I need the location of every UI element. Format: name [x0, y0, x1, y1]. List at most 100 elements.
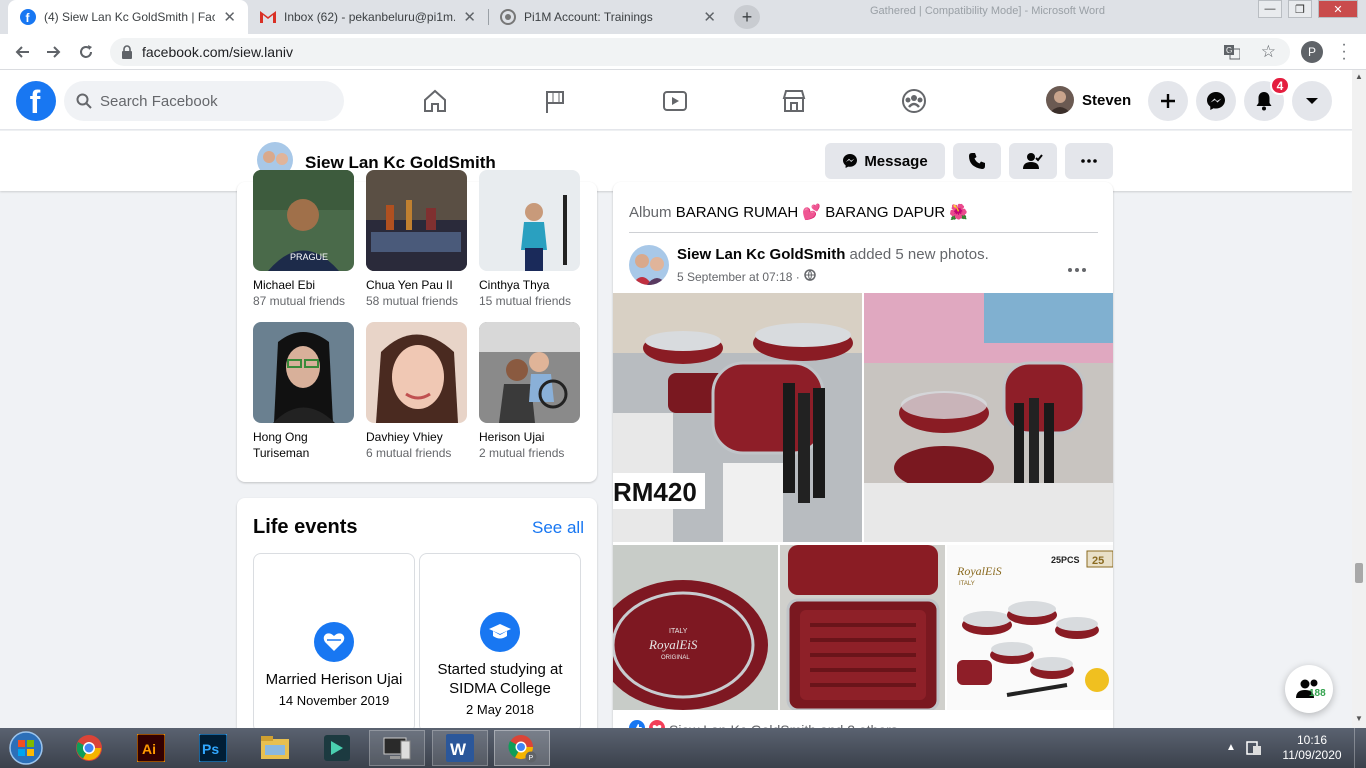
- filmora-taskbar-icon[interactable]: [309, 730, 365, 766]
- browser-tab-facebook[interactable]: f (4) Siew Lan Kc GoldSmith | Facel ✕: [8, 0, 248, 34]
- system-clock[interactable]: 10:16 11/09/2020: [1276, 733, 1348, 763]
- mutual-friends-count: 2 mutual friends: [479, 446, 565, 460]
- photoshop-taskbar-icon[interactable]: Ps: [185, 730, 241, 766]
- phone-icon: [969, 153, 985, 169]
- heart-icon: [314, 622, 354, 662]
- home-icon[interactable]: [420, 86, 450, 116]
- pages-flag-icon[interactable]: [540, 86, 570, 116]
- caret-down-icon: [1306, 98, 1318, 104]
- chrome-taskbar-icon[interactable]: [61, 730, 117, 766]
- friend-tile[interactable]: Davhiey Vhiey 6 mutual friends: [366, 322, 467, 461]
- forward-arrow-icon[interactable]: [42, 40, 66, 64]
- url-text: facebook.com/siew.laniv: [142, 44, 293, 60]
- call-button[interactable]: [953, 143, 1001, 179]
- search-placeholder: Search Facebook: [100, 92, 218, 110]
- close-tab-icon[interactable]: ✕: [223, 8, 236, 26]
- tab-title: Inbox (62) - pekanbeluru@pi1m.c: [284, 10, 456, 24]
- search-input[interactable]: Search Facebook: [64, 81, 344, 121]
- messenger-button[interactable]: [1196, 81, 1236, 121]
- scroll-up-icon[interactable]: ▲: [1355, 72, 1363, 81]
- messenger-icon: [1207, 92, 1225, 110]
- life-event-tile[interactable]: Married Herison Ujai 14 November 2019: [253, 553, 415, 733]
- see-all-link[interactable]: See all: [532, 518, 584, 538]
- friend-tile[interactable]: Herison Ujai 2 mutual friends: [479, 322, 580, 461]
- friend-tile[interactable]: Hong Ong Turiseman: [253, 322, 354, 461]
- watch-video-icon[interactable]: [660, 86, 690, 116]
- account-menu-button[interactable]: [1292, 81, 1332, 121]
- svg-text:W: W: [450, 740, 467, 759]
- browser-menu-icon[interactable]: · · ·: [1338, 37, 1350, 67]
- browser-tab-pi1m[interactable]: Pi1M Account: Trainings ✕: [488, 0, 728, 34]
- messenger-icon: [843, 154, 858, 168]
- facebook-logo-icon[interactable]: f: [16, 81, 56, 121]
- svg-text:Ps: Ps: [202, 741, 219, 757]
- browser-tab-strip: f (4) Siew Lan Kc GoldSmith | Facel ✕ In…: [0, 0, 1366, 34]
- reload-icon[interactable]: [74, 40, 98, 64]
- post-photo-4[interactable]: [780, 545, 945, 710]
- contacts-chat-button[interactable]: 188: [1285, 665, 1333, 713]
- page-scrollbar[interactable]: ▲ ▼: [1352, 70, 1366, 728]
- friends-button[interactable]: [1009, 143, 1057, 179]
- chrome-profile-taskbar-icon[interactable]: P: [494, 730, 550, 766]
- word-taskbar-icon[interactable]: W: [432, 730, 488, 766]
- mutual-friends-count: 6 mutual friends: [366, 446, 452, 460]
- post-author-name[interactable]: Siew Lan Kc GoldSmith: [677, 246, 845, 263]
- create-button[interactable]: [1148, 81, 1188, 121]
- new-tab-button[interactable]: +: [734, 5, 760, 29]
- pcs-badge: 25: [1092, 555, 1104, 567]
- back-arrow-icon[interactable]: [10, 40, 34, 64]
- groups-icon[interactable]: [899, 86, 929, 116]
- minimize-icon[interactable]: —: [1258, 0, 1282, 18]
- computer-taskbar-icon[interactable]: [369, 730, 425, 766]
- friend-photo: [479, 322, 580, 423]
- friend-photo: PRAGUE: [253, 170, 354, 271]
- marketplace-icon[interactable]: [779, 86, 809, 116]
- post-time[interactable]: 5 September at 07:18 ·: [677, 270, 800, 284]
- friend-tile[interactable]: PRAGUE Michael Ebi 87 mutual friends: [253, 170, 354, 309]
- post-photo-1[interactable]: RM420: [613, 293, 862, 542]
- plus-icon: [1161, 94, 1175, 108]
- notification-badge: 4: [1270, 76, 1290, 95]
- post-timestamp: 5 September at 07:18 ·: [677, 269, 816, 284]
- life-event-tile[interactable]: Started studying at SIDMA College 2 May …: [419, 553, 581, 733]
- network-tray-icon[interactable]: [1245, 739, 1263, 762]
- pcs-text: 25PCS: [1051, 555, 1080, 565]
- close-tab-icon[interactable]: ✕: [703, 8, 716, 26]
- windows-taskbar: Ai Ps W P ▲ 10:16 11/09/2020: [0, 728, 1366, 768]
- scroll-down-icon[interactable]: ▼: [1355, 714, 1363, 723]
- maximize-icon[interactable]: ❐: [1288, 0, 1312, 18]
- translate-icon[interactable]: G: [1224, 44, 1241, 63]
- life-events-title: Life events: [253, 516, 358, 538]
- facebook-header: f Search Facebook Steven 4: [0, 70, 1352, 130]
- more-options-button[interactable]: [1065, 143, 1113, 179]
- friend-tile[interactable]: Chua Yen Pau II 58 mutual friends: [366, 170, 467, 309]
- profile-shortcut[interactable]: Steven: [1046, 84, 1131, 116]
- illustrator-taskbar-icon[interactable]: Ai: [123, 730, 179, 766]
- album-name[interactable]: BARANG RUMAH 💕 BARANG DAPUR 🌺: [676, 204, 968, 221]
- show-desktop-button[interactable]: [1354, 728, 1366, 768]
- post-photo-2[interactable]: [864, 293, 1113, 542]
- browser-tab-gmail[interactable]: Inbox (62) - pekanbeluru@pi1m.c ✕: [248, 0, 488, 34]
- friend-tile[interactable]: Cinthya Thya 15 mutual friends: [479, 170, 580, 309]
- file-explorer-taskbar-icon[interactable]: [247, 730, 303, 766]
- post-photo-3[interactable]: RoyalEiS ITALY ORIGINAL: [613, 545, 778, 710]
- post-photo-5[interactable]: RoyalEiS ITALY 25PCS 25: [947, 545, 1113, 710]
- bookmark-star-icon[interactable]: ☆: [1261, 42, 1276, 62]
- scrollbar-thumb[interactable]: [1355, 563, 1363, 583]
- price-tag-text: RM420: [613, 477, 697, 507]
- life-event-name: Started studying at SIDMA College: [437, 661, 563, 697]
- profile-avatar[interactable]: P: [1301, 41, 1323, 63]
- close-tab-icon[interactable]: ✕: [463, 8, 476, 26]
- bell-icon: [1256, 92, 1272, 111]
- close-window-icon[interactable]: ✕: [1318, 0, 1358, 18]
- address-bar[interactable]: facebook.com/siew.laniv G ☆: [110, 38, 1290, 66]
- post-options-icon[interactable]: [1067, 260, 1087, 278]
- friend-name: Herison Ujai: [479, 430, 545, 444]
- post-author-avatar[interactable]: [629, 245, 669, 285]
- lock-icon: [121, 45, 133, 62]
- tray-expand-icon[interactable]: ▲: [1226, 742, 1236, 753]
- message-button[interactable]: Message: [825, 143, 945, 179]
- search-icon: [76, 93, 92, 113]
- friend-photo: [253, 322, 354, 423]
- start-orb-icon[interactable]: [0, 730, 52, 766]
